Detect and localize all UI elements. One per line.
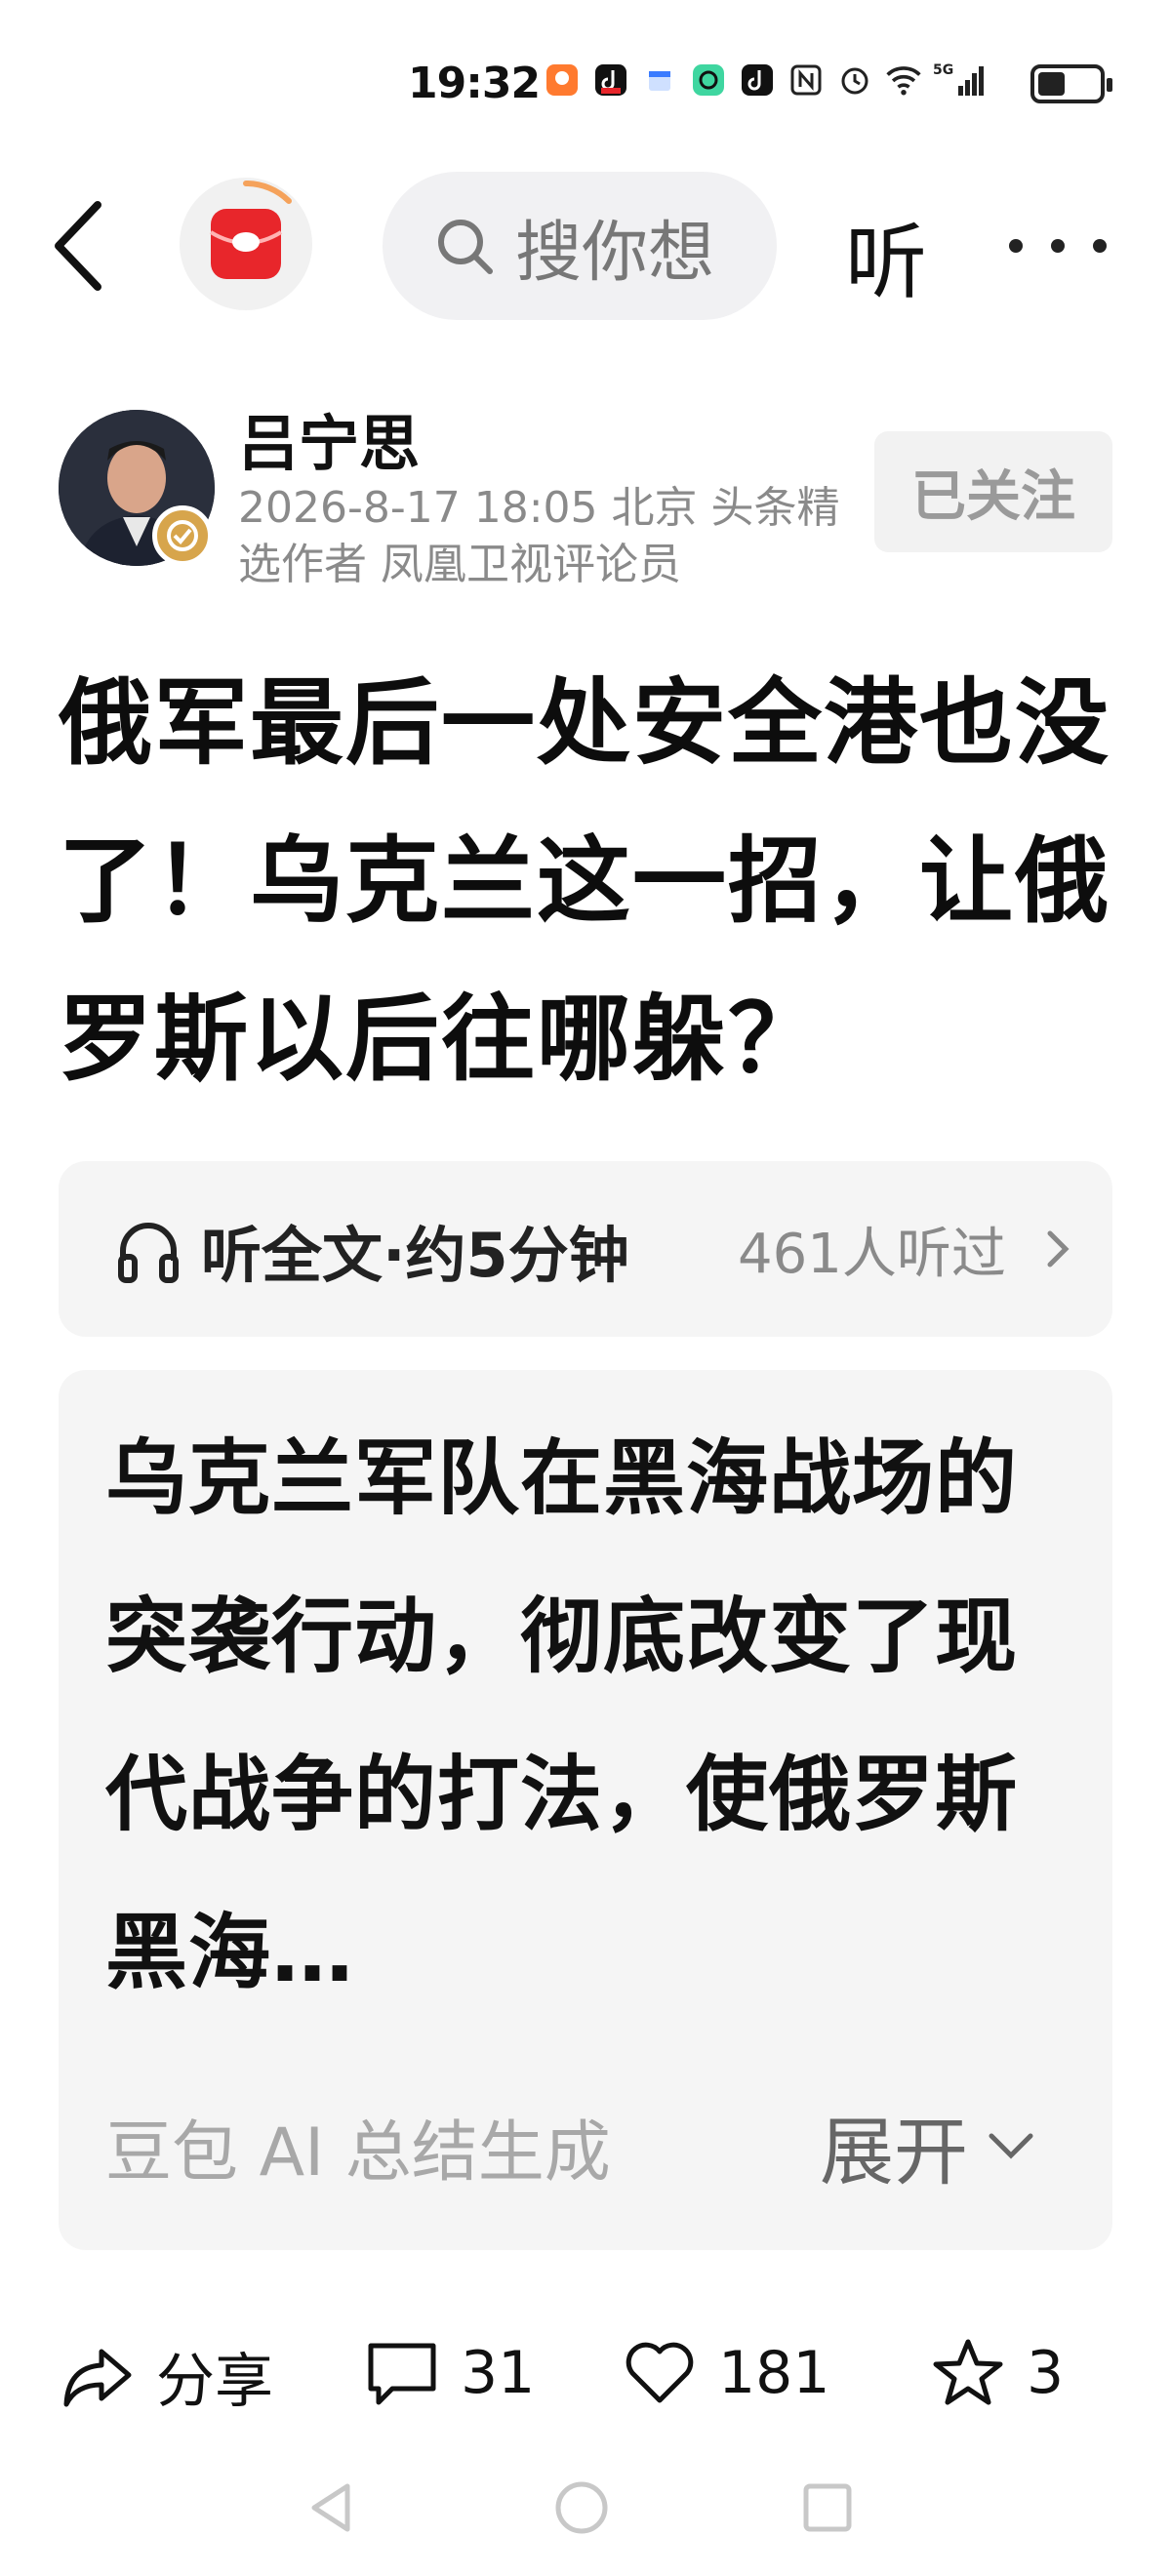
comment-icon bbox=[368, 2343, 436, 2405]
battery-icon bbox=[1030, 64, 1112, 103]
status-icons: 5G bbox=[543, 60, 988, 100]
heart-icon bbox=[626, 2342, 694, 2403]
action-bar: 分享 31 181 3 bbox=[0, 2313, 1171, 2430]
nav-home-circle-icon[interactable] bbox=[552, 2478, 611, 2537]
expand-label: 展开 bbox=[820, 2109, 968, 2195]
ai-summary-source: 豆包 AI 总结生成 bbox=[105, 2114, 611, 2192]
more-dot-icon bbox=[1009, 239, 1023, 253]
follow-button[interactable]: 已关注 bbox=[874, 431, 1112, 552]
alarm-icon bbox=[835, 60, 874, 100]
ai-summary-card: 乌克兰军队在黑海战场的突袭行动，彻底改变了现代战争的打法，使俄罗斯黑海… 豆包 … bbox=[59, 1370, 1112, 2250]
search-placeholder: 搜你想 bbox=[515, 214, 715, 292]
star-icon bbox=[933, 2339, 1003, 2405]
article-title: 俄军最后一处安全港也没了！乌克兰这一招，让俄罗斯以后往哪躲？ bbox=[59, 668, 1110, 1094]
author-name[interactable]: 吕宁思 bbox=[238, 394, 420, 482]
favorite-button[interactable]: 3 bbox=[929, 2334, 1064, 2412]
more-dot-icon bbox=[1093, 239, 1107, 253]
nfc-icon bbox=[787, 60, 826, 100]
like-count: 181 bbox=[718, 2339, 830, 2407]
chevron-down-icon bbox=[989, 2133, 1033, 2159]
nav-recents-square-icon[interactable] bbox=[798, 2478, 857, 2537]
share-button[interactable]: 分享 bbox=[59, 2334, 273, 2419]
search-icon bbox=[438, 220, 493, 274]
camera-app-icon bbox=[689, 60, 728, 100]
app-notification-icon bbox=[543, 60, 582, 100]
more-dot-icon bbox=[1051, 239, 1065, 253]
share-icon bbox=[63, 2349, 132, 2406]
back-button[interactable] bbox=[49, 197, 137, 295]
status-bar: 19:32 5G bbox=[0, 51, 1171, 121]
author-meta: 2026-8-17 18:05 北京 头条精选作者 凤凰卫视评论员 bbox=[238, 483, 840, 589]
listen-button[interactable]: 听 bbox=[845, 197, 927, 315]
signal-5g-icon: 5G bbox=[933, 60, 988, 100]
system-nav-bar bbox=[0, 2459, 1171, 2556]
expand-button[interactable]: 展开 bbox=[820, 2092, 1038, 2199]
app-logo-button[interactable] bbox=[180, 178, 312, 310]
favorite-count: 3 bbox=[1027, 2339, 1065, 2407]
ai-summary-text: 乌克兰军队在黑海战场的突袭行动，彻底改变了现代战争的打法，使俄罗斯黑海… bbox=[105, 1430, 1019, 2000]
douyin-icon bbox=[591, 60, 630, 100]
search-input[interactable]: 搜你想 bbox=[383, 172, 777, 320]
comment-button[interactable]: 31 bbox=[363, 2334, 535, 2412]
status-time: 19:32 bbox=[408, 59, 541, 108]
listen-label: 听全文·约5分钟 bbox=[201, 1220, 629, 1291]
share-label: 分享 bbox=[156, 2348, 273, 2416]
back-arrow-icon bbox=[55, 201, 101, 291]
battery-level bbox=[1038, 72, 1065, 96]
svg-text:5G: 5G bbox=[933, 62, 953, 78]
top-nav: 搜你想 听 bbox=[0, 168, 1171, 324]
like-button[interactable]: 181 bbox=[621, 2334, 830, 2412]
logo-progress-ring-icon bbox=[243, 180, 292, 204]
headphone-icon bbox=[118, 1223, 179, 1283]
tiktok-icon bbox=[738, 60, 777, 100]
listen-count: 461人听过 bbox=[738, 1223, 1006, 1286]
author-section: 吕宁思 2026-8-17 18:05 北京 头条精选作者 凤凰卫视评论员 已关… bbox=[59, 390, 1112, 595]
verified-badge-icon bbox=[152, 505, 213, 566]
chevron-right-icon bbox=[1047, 1230, 1070, 1268]
more-options-button[interactable] bbox=[1009, 207, 1107, 285]
calendar-icon bbox=[640, 60, 679, 100]
nav-back-triangle-icon[interactable] bbox=[303, 2478, 361, 2537]
listen-full-text-bar[interactable]: 听全文·约5分钟 461人听过 bbox=[59, 1161, 1112, 1337]
wifi-icon bbox=[884, 60, 923, 100]
comment-count: 31 bbox=[461, 2339, 536, 2407]
